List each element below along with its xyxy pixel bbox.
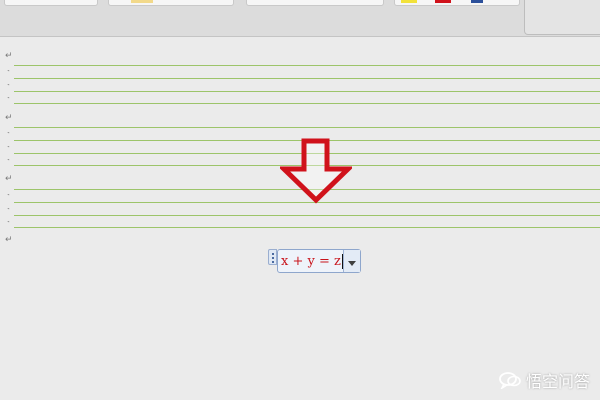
line-mark: ˺	[7, 83, 10, 92]
table-rule	[14, 227, 600, 228]
table-rule	[14, 215, 600, 216]
ribbon-right-panel	[524, 0, 600, 35]
document-page[interactable]: ↵ ↵ ↵ ↵ ˺ ˺ ˺ ˺ ˺ ˺ ˺ ˺ ˺	[0, 37, 600, 400]
paragraph-mark: ↵	[5, 51, 13, 61]
down-arrow-icon	[280, 138, 352, 204]
blue-swatch	[471, 0, 483, 3]
ribbon-group[interactable]	[246, 0, 384, 6]
equation-box[interactable]: x + y = z	[277, 249, 361, 273]
highlight-swatch	[131, 0, 153, 3]
line-mark: ˺	[7, 207, 10, 216]
equation-options-dropdown[interactable]	[343, 250, 360, 272]
watermark-text: 悟空问答	[525, 372, 590, 391]
line-mark: ˺	[7, 158, 10, 167]
table-rule	[14, 127, 600, 128]
line-mark: ˺	[7, 220, 10, 229]
paragraph-mark: ↵	[5, 113, 13, 123]
table-rule	[14, 65, 600, 66]
table-rule	[14, 78, 600, 79]
paragraph-mark: ↵	[5, 235, 13, 245]
ribbon-group[interactable]	[394, 0, 520, 6]
yellow-swatch	[401, 0, 417, 3]
paragraph-mark: ↵	[5, 174, 13, 184]
watermark: 悟空问答	[499, 368, 590, 392]
line-mark: ˺	[7, 145, 10, 154]
chat-bubbles-icon	[499, 372, 521, 389]
ribbon-group[interactable]	[4, 0, 98, 6]
line-mark: ˺	[7, 69, 10, 78]
table-rule	[14, 91, 600, 92]
red-swatch	[435, 0, 451, 3]
line-mark: ˺	[7, 131, 10, 140]
ribbon-toolbar	[0, 0, 600, 37]
line-mark: ˺	[7, 193, 10, 202]
equation-drag-handle[interactable]	[268, 249, 277, 265]
line-mark: ˺	[7, 96, 10, 105]
ribbon-group[interactable]	[108, 0, 234, 6]
table-rule	[14, 103, 600, 104]
equation-text[interactable]: x + y = z	[281, 254, 341, 269]
